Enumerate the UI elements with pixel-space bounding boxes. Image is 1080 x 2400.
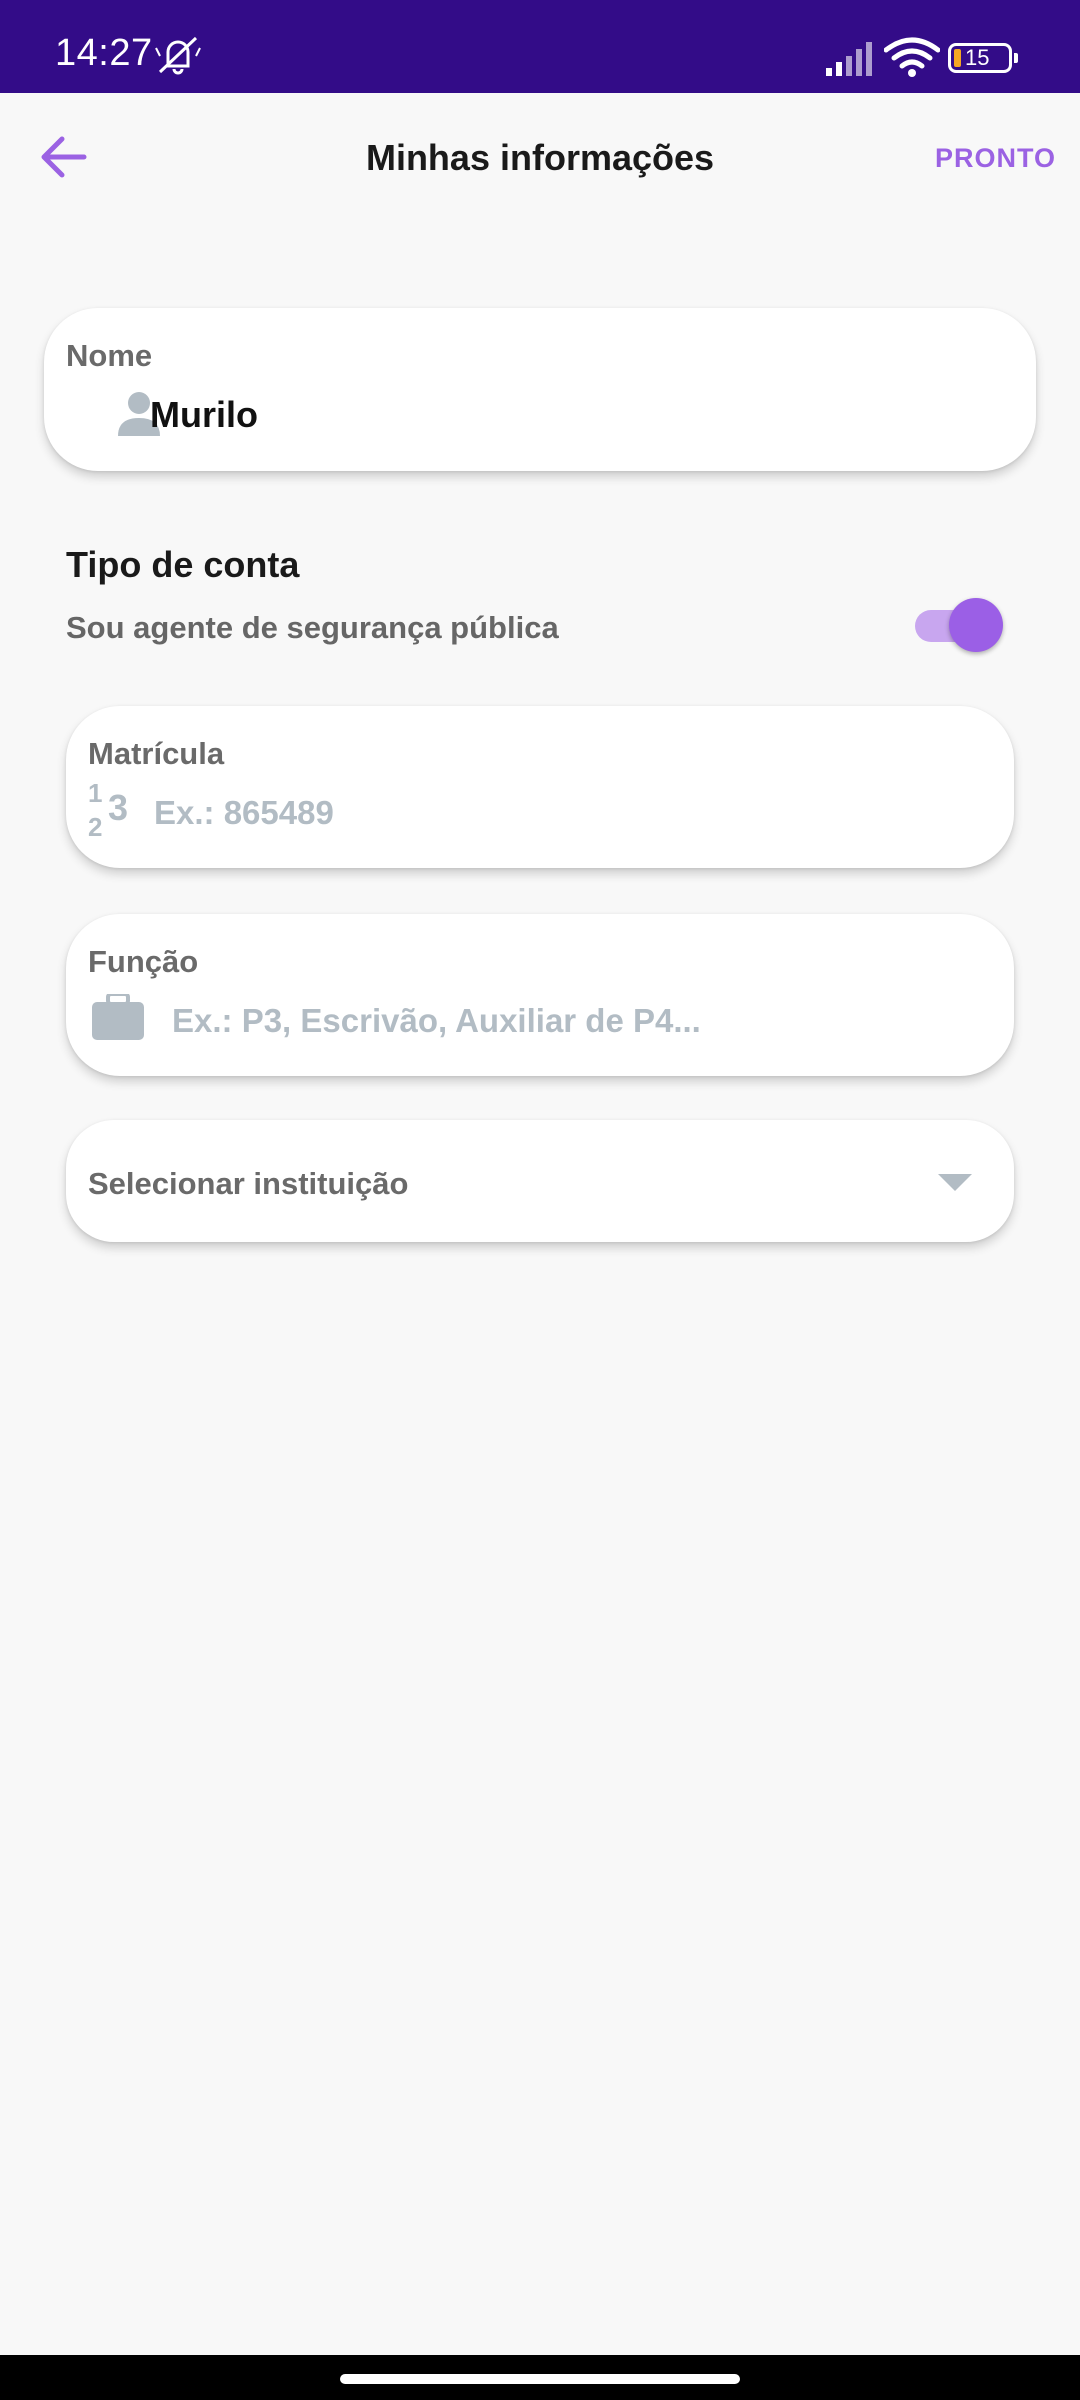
- done-button[interactable]: PRONTO: [935, 143, 1056, 174]
- institution-select[interactable]: Selecionar instituição: [66, 1120, 1014, 1242]
- institution-select-label: Selecionar instituição: [88, 1166, 409, 1201]
- chevron-down-icon: [938, 1174, 972, 1191]
- registration-field[interactable]: Matrícula 1 2 3 Ex.: 865489: [66, 706, 1014, 868]
- role-label: Função: [88, 944, 199, 979]
- account-type-toggle-label: Sou agente de segurança pública: [66, 610, 559, 645]
- battery-icon: 15: [948, 43, 1018, 73]
- status-time: 14:27: [55, 32, 153, 74]
- svg-text:2: 2: [88, 812, 102, 838]
- name-value[interactable]: Murilo: [150, 394, 258, 436]
- battery-level: 15: [965, 45, 990, 70]
- briefcase-icon: [92, 994, 144, 1040]
- public-security-agent-toggle[interactable]: [915, 594, 1005, 654]
- status-bar: 14:27 15: [0, 0, 1080, 93]
- registration-label: Matrícula: [88, 736, 225, 771]
- wifi-icon: [884, 37, 940, 77]
- svg-text:3: 3: [108, 787, 128, 828]
- signal-icon: [826, 42, 872, 76]
- toggle-thumb: [949, 598, 1003, 652]
- app-header: Minhas informações PRONTO: [0, 93, 1080, 223]
- system-nav-bar: [0, 2355, 1080, 2400]
- name-field[interactable]: Nome Murilo: [44, 308, 1036, 471]
- account-type-title: Tipo de conta: [66, 544, 300, 585]
- bell-off-icon: [155, 36, 201, 75]
- home-indicator[interactable]: [340, 2374, 740, 2384]
- page-title: Minhas informações: [365, 137, 715, 178]
- registration-placeholder[interactable]: Ex.: 865489: [154, 794, 334, 832]
- role-placeholder[interactable]: Ex.: P3, Escrivão, Auxiliar de P4...: [172, 1002, 701, 1040]
- numeric-icon: 1 2 3: [88, 778, 128, 838]
- role-field[interactable]: Função Ex.: P3, Escrivão, Auxiliar de P4…: [66, 914, 1014, 1076]
- svg-text:1: 1: [88, 778, 102, 808]
- name-label: Nome: [66, 338, 153, 373]
